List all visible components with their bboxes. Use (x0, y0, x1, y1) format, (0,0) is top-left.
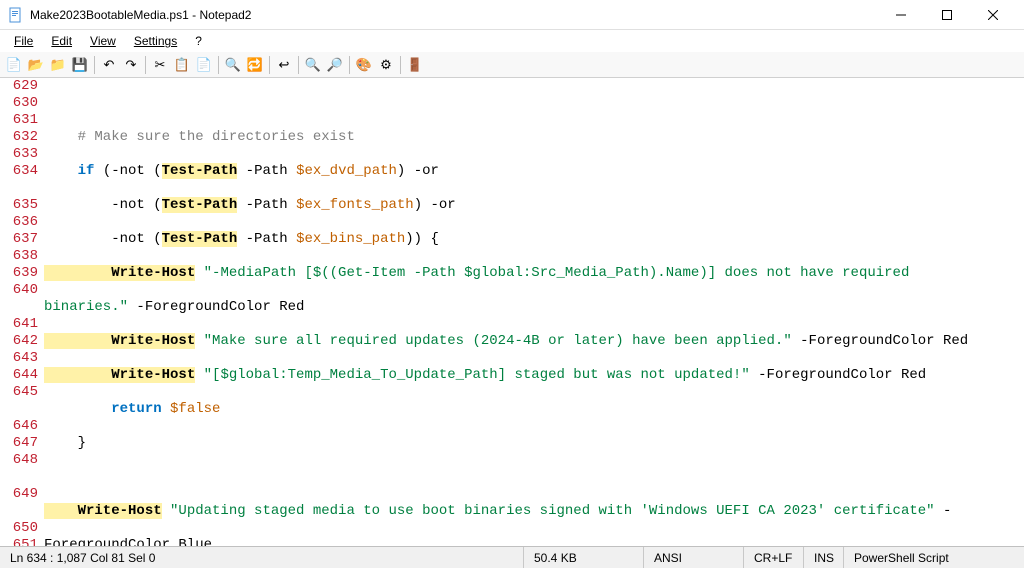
editor[interactable]: 629630631632633634 635636637638639640 64… (0, 78, 1024, 546)
copy-icon[interactable]: 📋 (172, 55, 192, 75)
open-icon[interactable]: 📂 (26, 55, 46, 75)
code-line: Write-Host "[$global:Temp_Media_To_Updat… (44, 367, 1024, 384)
code-line: binaries." -ForegroundColor Red (44, 299, 1024, 316)
code-line (44, 469, 1024, 486)
paste-icon[interactable]: 📄 (194, 55, 214, 75)
toolbar-sep (145, 56, 146, 74)
line-number (0, 401, 38, 418)
window-title: Make2023BootableMedia.ps1 - Notepad2 (30, 8, 878, 22)
menu-file[interactable]: File (6, 32, 41, 50)
find-icon[interactable]: 🔍 (223, 55, 243, 75)
menu-settings[interactable]: Settings (126, 32, 185, 50)
save-icon[interactable]: 💾 (70, 55, 90, 75)
line-number: 639 (0, 265, 38, 282)
statusbar: Ln 634 : 1,087 Col 81 Sel 0 50.4 KB ANSI… (0, 546, 1024, 568)
line-number: 636 (0, 214, 38, 231)
status-position[interactable]: Ln 634 : 1,087 Col 81 Sel 0 (0, 547, 524, 568)
custom-icon[interactable]: ⚙ (376, 55, 396, 75)
wordwrap-icon[interactable]: ↩ (274, 55, 294, 75)
browse-icon[interactable]: 📁 (48, 55, 68, 75)
menu-edit[interactable]: Edit (43, 32, 80, 50)
new-icon[interactable]: 📄 (4, 55, 24, 75)
line-number: 631 (0, 112, 38, 129)
line-number-gutter: 629630631632633634 635636637638639640 64… (0, 78, 44, 546)
redo-icon[interactable]: ↷ (121, 55, 141, 75)
minimize-button[interactable] (878, 0, 924, 30)
scheme-icon[interactable]: 🎨 (354, 55, 374, 75)
status-language[interactable]: PowerShell Script (844, 547, 1024, 568)
line-number (0, 503, 38, 520)
status-filesize: 50.4 KB (524, 547, 644, 568)
code-line: return $false (44, 401, 1024, 418)
replace-icon[interactable]: 🔁 (245, 55, 265, 75)
line-number: 650 (0, 520, 38, 537)
code-line: # Make sure the directories exist (44, 129, 1024, 146)
toolbar-sep (298, 56, 299, 74)
line-number: 629 (0, 78, 38, 95)
line-number: 633 (0, 146, 38, 163)
code-line (44, 95, 1024, 112)
line-number: 638 (0, 248, 38, 265)
code-line: -not (Test-Path -Path $ex_bins_path)) { (44, 231, 1024, 248)
line-number: 646 (0, 418, 38, 435)
menubar: File Edit View Settings ? (0, 30, 1024, 52)
line-number: 645 (0, 384, 38, 401)
code-line: Write-Host "-MediaPath [$((Get-Item -Pat… (44, 265, 1024, 282)
line-number: 651 (0, 537, 38, 546)
line-number (0, 299, 38, 316)
exit-icon[interactable]: 🚪 (405, 55, 425, 75)
close-button[interactable] (970, 0, 1016, 30)
zoomout-icon[interactable]: 🔎 (325, 55, 345, 75)
line-number: 630 (0, 95, 38, 112)
line-number: 634 (0, 163, 38, 180)
line-number: 641 (0, 316, 38, 333)
line-number: 647 (0, 435, 38, 452)
line-number: 640 (0, 282, 38, 299)
toolbar-sep (218, 56, 219, 74)
code-line: ForegroundColor Blue (44, 537, 1024, 546)
line-number (0, 180, 38, 197)
maximize-button[interactable] (924, 0, 970, 30)
line-number: 648 (0, 452, 38, 469)
app-icon (8, 7, 24, 23)
line-number (0, 469, 38, 486)
zoomin-icon[interactable]: 🔍 (303, 55, 323, 75)
status-eol[interactable]: CR+LF (744, 547, 804, 568)
line-number: 642 (0, 333, 38, 350)
menu-help[interactable]: ? (187, 32, 210, 50)
code-area[interactable]: # Make sure the directories exist if (-n… (44, 78, 1024, 546)
menu-view[interactable]: View (82, 32, 124, 50)
status-encoding[interactable]: ANSI (644, 547, 744, 568)
toolbar-sep (269, 56, 270, 74)
undo-icon[interactable]: ↶ (99, 55, 119, 75)
toolbar-sep (349, 56, 350, 74)
toolbar: 📄 📂 📁 💾 ↶ ↷ ✂ 📋 📄 🔍 🔁 ↩ 🔍 🔎 🎨 ⚙ 🚪 (0, 52, 1024, 78)
cut-icon[interactable]: ✂ (150, 55, 170, 75)
line-number: 643 (0, 350, 38, 367)
toolbar-sep (94, 56, 95, 74)
code-line: Write-Host "Make sure all required updat… (44, 333, 1024, 350)
line-number: 635 (0, 197, 38, 214)
line-number: 632 (0, 129, 38, 146)
code-line: -not (Test-Path -Path $ex_fonts_path) -o… (44, 197, 1024, 214)
code-line: if (-not (Test-Path -Path $ex_dvd_path) … (44, 163, 1024, 180)
window-buttons (878, 0, 1016, 30)
line-number: 637 (0, 231, 38, 248)
line-number: 644 (0, 367, 38, 384)
code-line: Write-Host "Updating staged media to use… (44, 503, 1024, 520)
titlebar: Make2023BootableMedia.ps1 - Notepad2 (0, 0, 1024, 30)
code-line: } (44, 435, 1024, 452)
status-insert-mode[interactable]: INS (804, 547, 844, 568)
line-number: 649 (0, 486, 38, 503)
toolbar-sep (400, 56, 401, 74)
